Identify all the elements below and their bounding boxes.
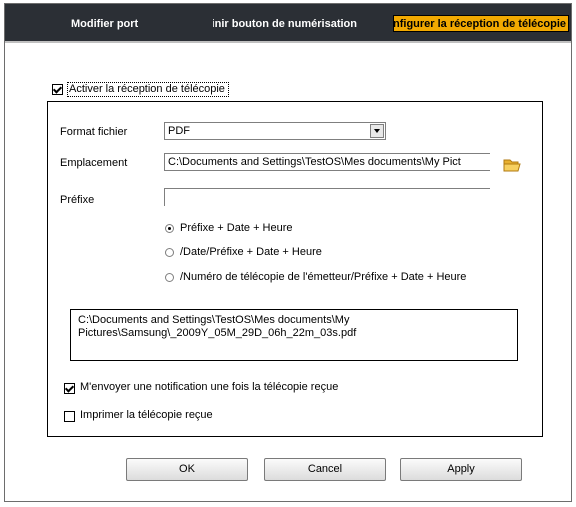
format-label: Format fichier xyxy=(60,126,128,138)
radio-date-folder-label: /Date/Préfixe + Date + Heure xyxy=(180,246,322,258)
format-select[interactable]: PDF xyxy=(164,122,386,140)
path-preview-line2: Pictures\Samsung\_2009Y_05M_29D_06h_22m_… xyxy=(78,327,357,339)
path-preview: C:\Documents and Settings\TestOS\Mes doc… xyxy=(70,309,518,361)
print-label: Imprimer la télécopie reçue xyxy=(80,409,213,421)
receive-settings-group: Format fichier PDF Emplacement C:\Docume… xyxy=(47,101,543,437)
location-label: Emplacement xyxy=(60,157,128,169)
prefix-field[interactable] xyxy=(164,188,490,206)
radio-prefix-date-time-label: Préfixe + Date + Heure xyxy=(180,222,293,234)
ok-button[interactable]: OK xyxy=(126,458,248,481)
path-preview-line1: C:\Documents and Settings\TestOS\Mes doc… xyxy=(78,314,350,326)
notify-label: M'envoyer une notification une fois la t… xyxy=(80,381,339,393)
tab-fax-receive-label: Configurer la réception de télécopie xyxy=(393,18,566,30)
tab-scan-button-label: Définir bouton de numérisation xyxy=(213,18,357,30)
location-field[interactable]: C:\Documents and Settings\TestOS\Mes doc… xyxy=(164,153,490,171)
prefix-label: Préfixe xyxy=(60,194,95,206)
tab-bar: Modifier port Définir bouton de numérisa… xyxy=(5,4,571,41)
radio-fax-number-folder[interactable] xyxy=(165,273,174,282)
enable-receive-checkbox[interactable] xyxy=(52,84,63,95)
notify-checkbox[interactable] xyxy=(64,383,75,394)
print-checkbox[interactable] xyxy=(64,411,75,422)
tab-scan-button[interactable]: Définir bouton de numérisation xyxy=(213,17,357,31)
apply-button[interactable]: Apply xyxy=(400,458,522,481)
enable-receive-label: Activer la réception de télécopie xyxy=(67,82,229,97)
dialog-window: Modifier port Définir bouton de numérisa… xyxy=(4,3,572,502)
chevron-down-icon[interactable] xyxy=(370,124,384,138)
tab-content: Activer la réception de télécopie Format… xyxy=(5,43,571,501)
folder-icon[interactable] xyxy=(503,158,521,172)
cancel-button[interactable]: Cancel xyxy=(264,458,386,481)
tab-modifier-port[interactable]: Modifier port xyxy=(71,17,161,31)
tab-fax-receive[interactable]: Configurer la réception de télécopie xyxy=(393,15,569,32)
format-value: PDF xyxy=(168,125,190,137)
radio-prefix-date-time[interactable] xyxy=(165,224,174,233)
radio-date-folder[interactable] xyxy=(165,248,174,257)
radio-fax-number-folder-label: /Numéro de télécopie de l'émetteur/Préfi… xyxy=(180,271,467,283)
